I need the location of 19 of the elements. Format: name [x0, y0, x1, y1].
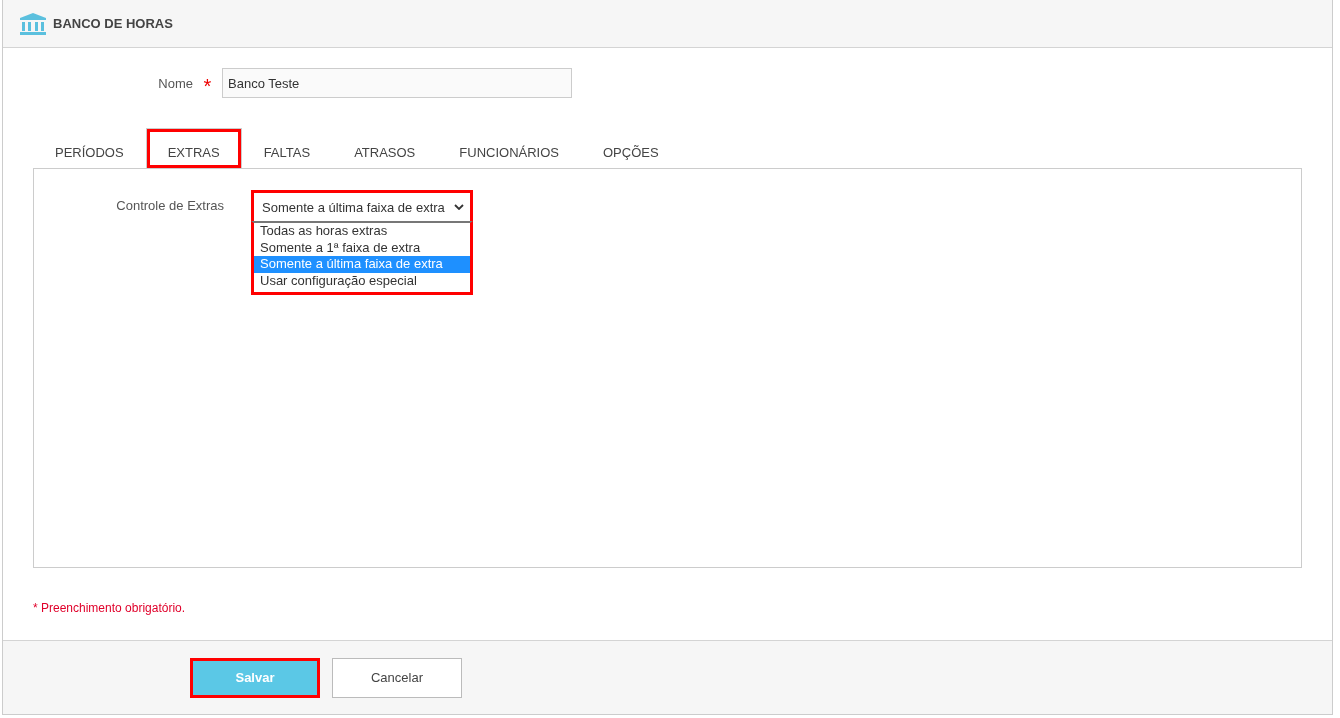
tab[interactable]: FALTAS [241, 128, 333, 168]
page-title: BANCO DE HORAS [53, 16, 173, 31]
bank-icon [19, 11, 47, 36]
tab[interactable]: EXTRAS [145, 128, 242, 168]
tab[interactable]: PERÍODOS [33, 128, 146, 168]
caret-icon [454, 204, 464, 210]
tab[interactable]: OPÇÕES [580, 128, 681, 168]
extras-control-label: Controle de Extras [115, 197, 224, 215]
dropdown-option[interactable]: Somente a 1ª faixa de extra [254, 239, 470, 256]
name-label: Nome [157, 75, 193, 91]
cancel-button[interactable]: Cancelar [332, 657, 462, 698]
dropdown-option[interactable]: Usar configuração especial [254, 272, 470, 289]
dropdown-option[interactable]: Todas as horas extras [254, 223, 470, 240]
required-mark: * [202, 73, 213, 98]
required-note: * Preenchimento obrigatório. [33, 601, 187, 615]
tab[interactable]: FUNCIONÁRIOS [437, 128, 581, 168]
extras-control-select[interactable]: Somente a última faixa de extra [251, 190, 473, 222]
name-input[interactable]: Banco Teste [222, 68, 572, 98]
tab[interactable]: ATRASOS [332, 128, 438, 168]
